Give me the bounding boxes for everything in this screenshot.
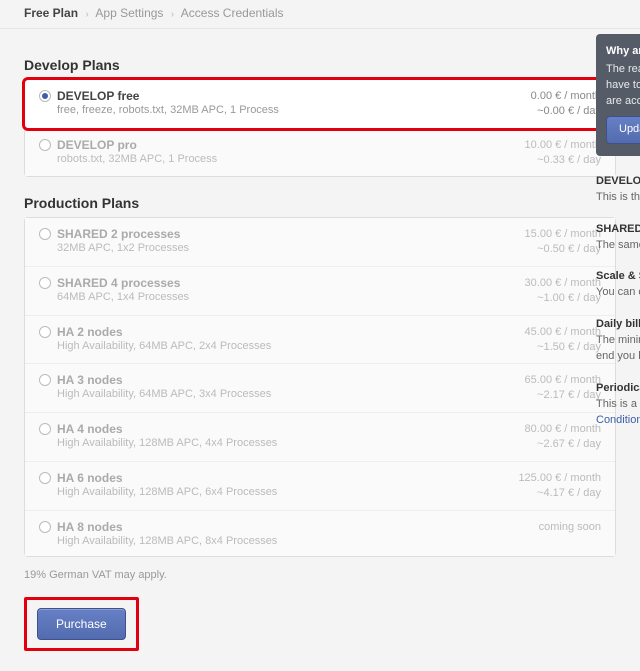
sidebar-block: Daily billinThe minim pay for a d have, …	[596, 317, 640, 365]
plan-description: High Availability, 128MB APC, 8x4 Proces…	[57, 535, 481, 547]
main-content: Develop Plans DEVELOP free free, freeze,…	[0, 29, 640, 671]
plan-name: DEVELOP pro	[57, 138, 481, 152]
radio-icon[interactable]	[39, 89, 57, 119]
plan-name: HA 2 nodes	[57, 325, 481, 339]
plan-option-develop-pro[interactable]: DEVELOP pro robots.txt, 32MB APC, 1 Proc…	[25, 129, 615, 177]
plan-price: 80.00 € / month~2.67 € / day	[481, 422, 601, 452]
purchase-button[interactable]: Purchase	[37, 608, 126, 640]
sidebar-block: Scale & ShYou can ch is actually within …	[596, 269, 640, 301]
vat-note: 19% German VAT may apply.	[24, 569, 616, 581]
plan-price: 65.00 € / month~2.17 € / day	[481, 373, 601, 403]
breadcrumb-item[interactable]: Free Plan	[24, 6, 78, 20]
callout-line: have to p	[606, 78, 640, 94]
plan-price: coming soon	[481, 520, 601, 547]
sidebar-block-body: The minim pay for a d have, whic At the …	[596, 333, 640, 365]
sidebar-block-title: Daily billin	[596, 317, 640, 333]
radio-icon[interactable]	[39, 227, 57, 257]
plan-price: 45.00 € / month~1.50 € / day	[481, 325, 601, 355]
plan-option[interactable]: HA 2 nodesHigh Availability, 64MB APC, 2…	[25, 315, 615, 364]
radio-icon[interactable]	[39, 520, 57, 547]
plan-description: 32MB APC, 1x2 Processes	[57, 242, 481, 254]
breadcrumb: Free Plan › App Settings › Access Creden…	[0, 0, 640, 29]
plan-description: 64MB APC, 1x4 Processes	[57, 291, 481, 303]
plan-name: DEVELOP free	[57, 89, 481, 103]
radio-icon[interactable]	[39, 471, 57, 501]
sidebar-block-body: You can ch is actually within a fev	[596, 285, 640, 301]
radio-icon[interactable]	[39, 276, 57, 306]
plan-option[interactable]: HA 4 nodesHigh Availability, 128MB APC, …	[25, 412, 615, 461]
plan-name: HA 6 nodes	[57, 471, 481, 485]
plan-description: High Availability, 128MB APC, 6x4 Proces…	[57, 486, 481, 498]
plan-description: High Availability, 64MB APC, 3x4 Process…	[57, 388, 481, 400]
plan-name: SHARED 4 processes	[57, 276, 481, 290]
plan-price: 125.00 € / month~4.17 € / day	[481, 471, 601, 501]
develop-plans-heading: Develop Plans	[24, 57, 616, 73]
plan-option[interactable]: HA 8 nodesHigh Availability, 128MB APC, …	[25, 510, 615, 556]
sidebar-block: PeriodicalThis is a su month auto whole …	[596, 381, 640, 429]
plan-price: 30.00 € / month~1.00 € / day	[481, 276, 601, 306]
plan-description: robots.txt, 32MB APC, 1 Process	[57, 153, 481, 165]
sidebar-block-title: Periodical	[596, 381, 640, 397]
sidebar-block-body: This is a su month auto whole acco	[596, 397, 640, 413]
radio-icon[interactable]	[39, 138, 57, 168]
radio-icon[interactable]	[39, 422, 57, 452]
plan-option[interactable]: SHARED 2 processes32MB APC, 1x2 Processe…	[25, 218, 615, 266]
production-plans-list: SHARED 2 processes32MB APC, 1x2 Processe…	[24, 217, 616, 556]
production-plans-heading: Production Plans	[24, 195, 616, 211]
develop-plans-list-rest: DEVELOP pro robots.txt, 32MB APC, 1 Proc…	[24, 128, 616, 178]
plan-description: free, freeze, robots.txt, 32MB APC, 1 Pr…	[57, 104, 481, 116]
plan-option[interactable]: HA 3 nodesHigh Availability, 64MB APC, 3…	[25, 363, 615, 412]
radio-icon[interactable]	[39, 325, 57, 355]
radio-icon[interactable]	[39, 373, 57, 403]
plan-name: HA 4 nodes	[57, 422, 481, 436]
sidebar-link[interactable]: Conditions.	[596, 414, 640, 426]
sidebar-block: SHARED plThe same g power.	[596, 222, 640, 254]
plan-description: High Availability, 128MB APC, 4x4 Proces…	[57, 437, 481, 449]
develop-plans-list: DEVELOP free free, freeze, robots.txt, 3…	[24, 79, 616, 129]
plan-option[interactable]: SHARED 4 processes64MB APC, 1x4 Processe…	[25, 266, 615, 315]
update-button[interactable]: Update	[606, 116, 640, 144]
plan-option[interactable]: HA 6 nodesHigh Availability, 128MB APC, …	[25, 461, 615, 510]
sidebar-block-body: This is the c goes live. In Aliases. Av	[596, 190, 640, 206]
plan-price: 15.00 € / month~0.50 € / day	[481, 227, 601, 257]
breadcrumb-item[interactable]: App Settings	[95, 6, 163, 20]
chevron-right-icon: ›	[171, 9, 174, 20]
sidebar-block-title: Scale & Sh	[596, 269, 640, 285]
plan-name: SHARED 2 processes	[57, 227, 481, 241]
callout-line: are accep	[606, 94, 640, 110]
chevron-right-icon: ›	[85, 9, 88, 20]
sidebar-block-title: DEVELOPE	[596, 174, 640, 190]
sidebar-block-body: The same g power.	[596, 238, 640, 254]
plan-name: HA 8 nodes	[57, 520, 481, 534]
sidebar: Why are The really have to p are accep U…	[596, 34, 640, 445]
callout-line: The really	[606, 62, 640, 78]
plan-price: 0.00 € / month ~0.00 € / day	[481, 89, 601, 119]
plan-option-develop-free[interactable]: DEVELOP free free, freeze, robots.txt, 3…	[25, 80, 615, 128]
plan-price: 10.00 € / month ~0.33 € / day	[481, 138, 601, 168]
plan-description: High Availability, 64MB APC, 2x4 Process…	[57, 340, 481, 352]
purchase-highlight: Purchase	[24, 597, 139, 651]
breadcrumb-item[interactable]: Access Credentials	[181, 6, 284, 20]
plan-name: HA 3 nodes	[57, 373, 481, 387]
sidebar-block-title: SHARED pl	[596, 222, 640, 238]
callout-title: Why are	[606, 44, 640, 60]
sidebar-callout: Why are The really have to p are accep U…	[596, 34, 640, 156]
sidebar-block: DEVELOPEThis is the c goes live. In Alia…	[596, 174, 640, 206]
